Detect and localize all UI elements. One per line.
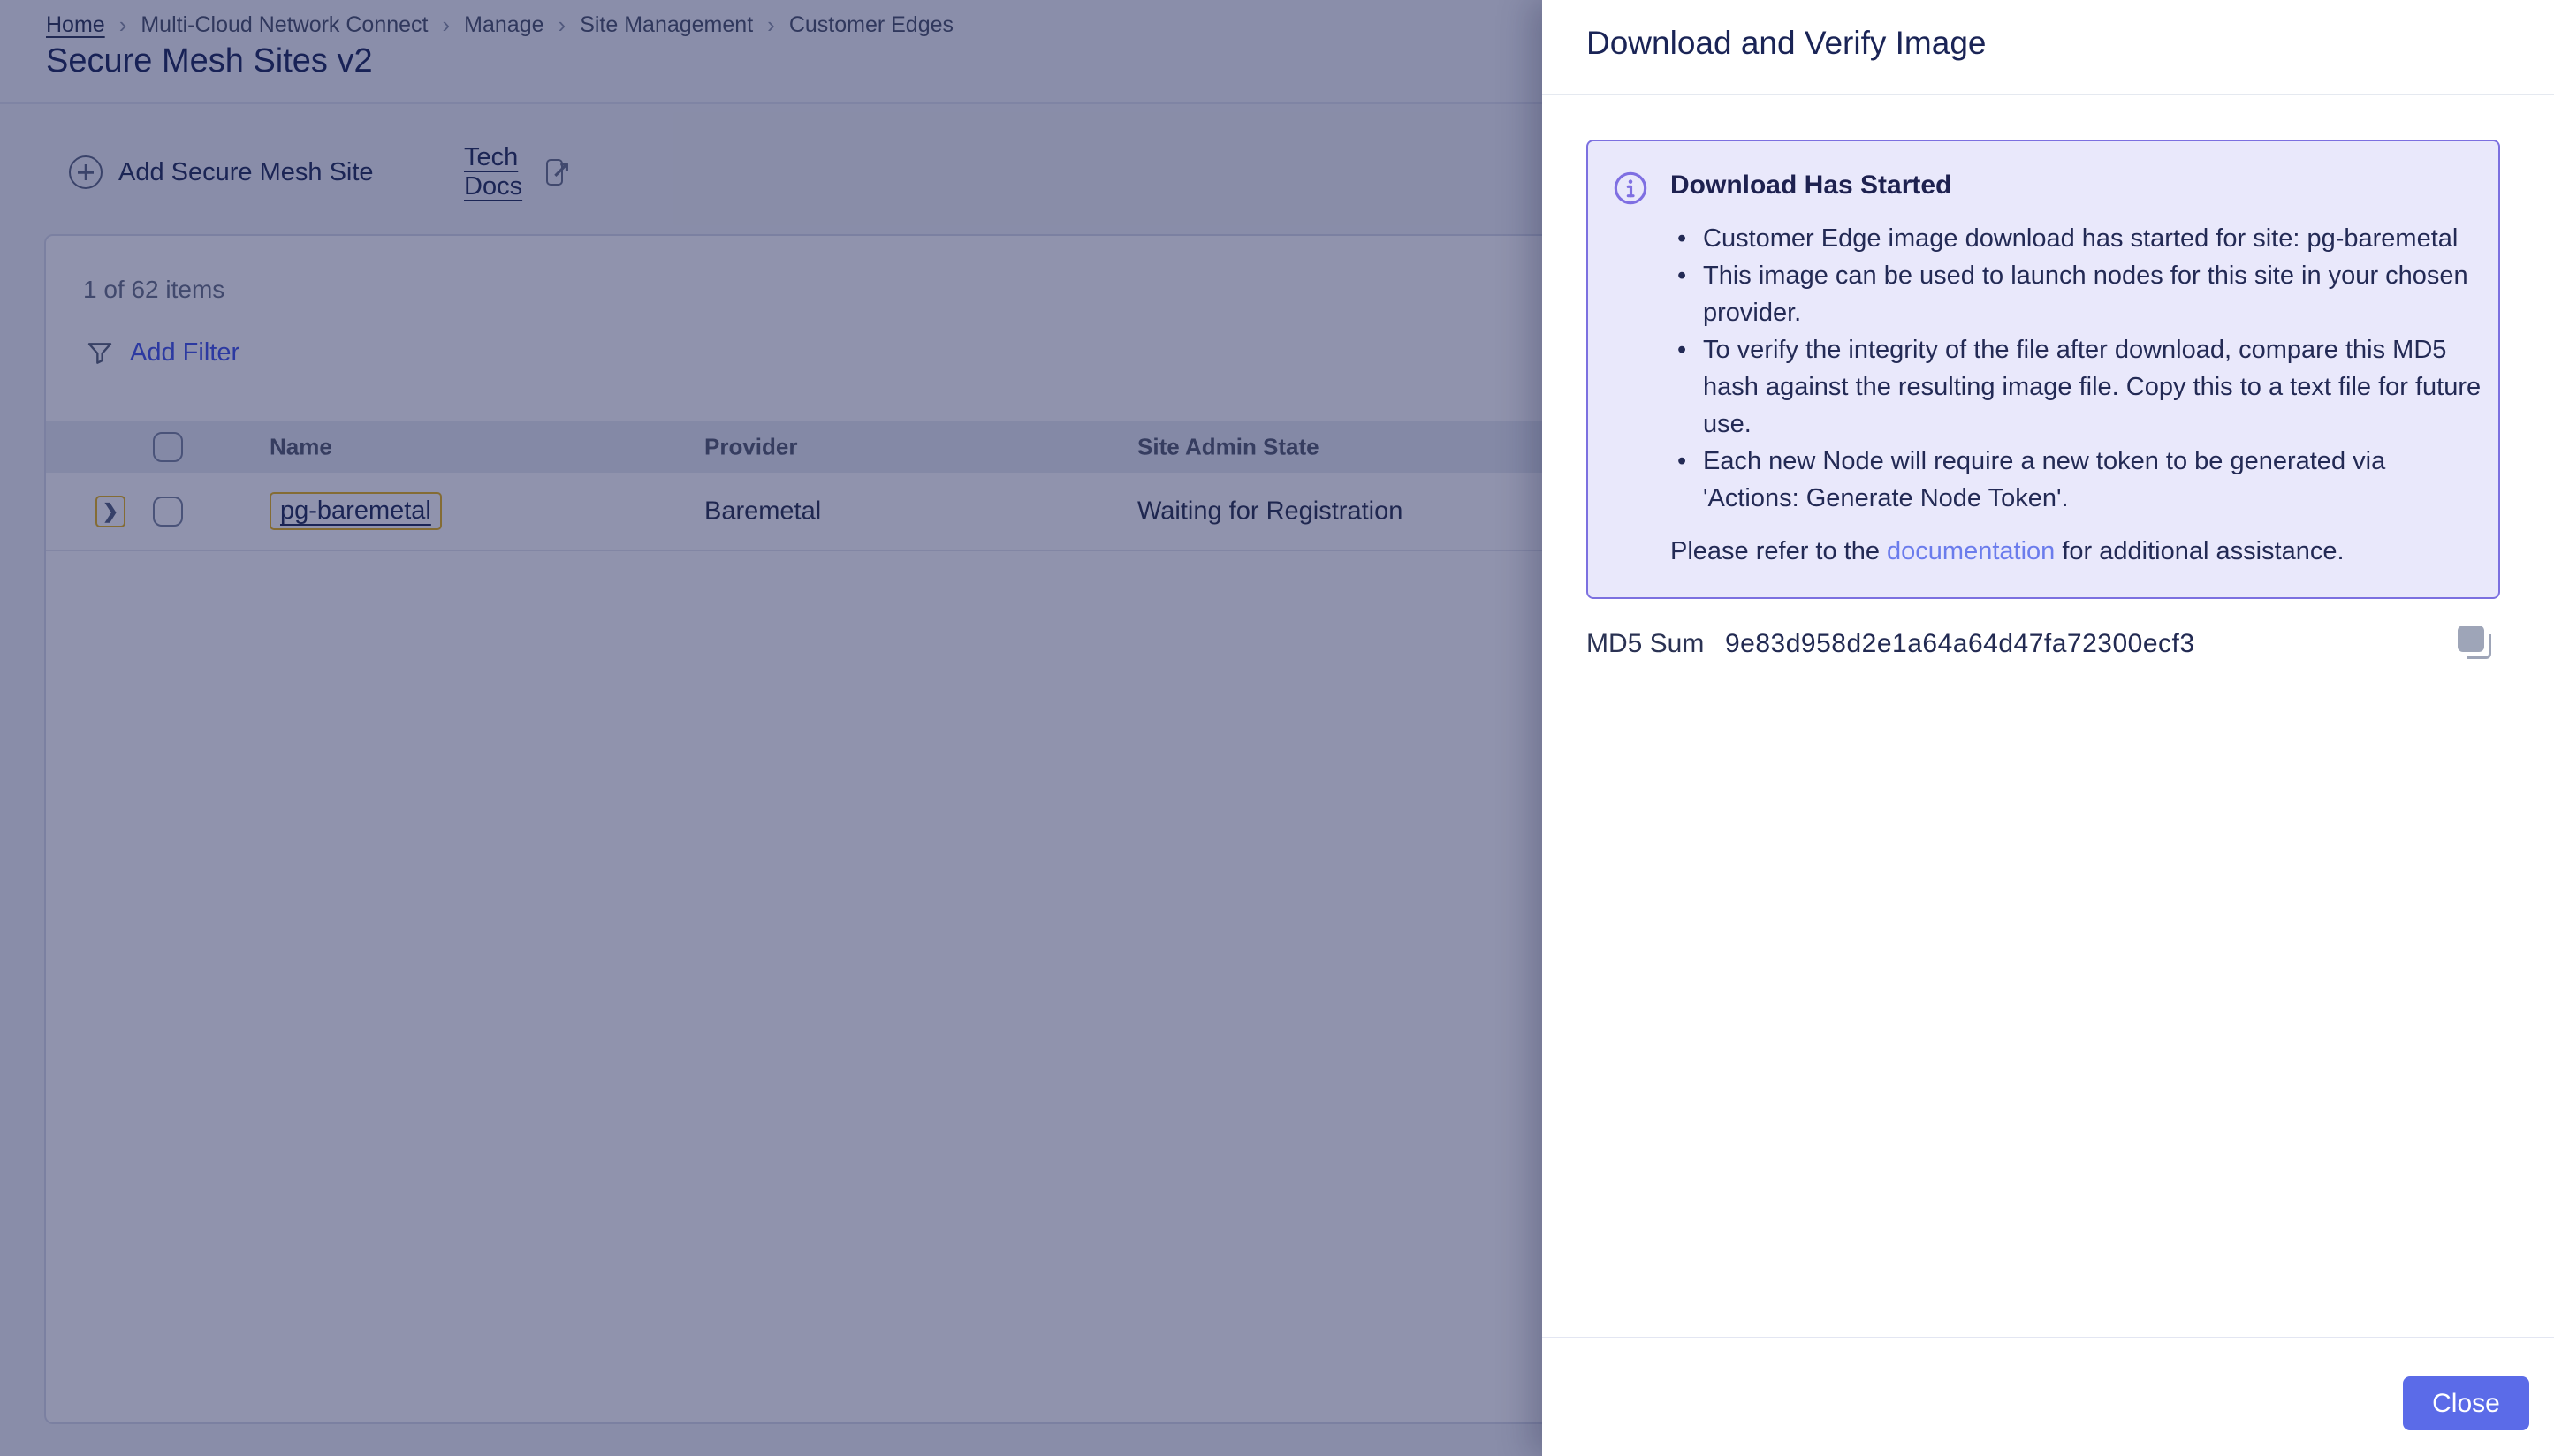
info-alert: Download Has Started Customer Edge image… (1586, 140, 2500, 599)
md5-value: 9e83d958d2e1a64a64d47fa72300ecf3 (1725, 629, 2195, 659)
alert-heading: Download Has Started (1670, 171, 2483, 201)
alert-content: Download Has Started Customer Edge image… (1670, 171, 2483, 570)
panel-title: Download and Verify Image (1586, 25, 1987, 62)
screen: Home › Multi-Cloud Network Connect › Man… (0, 0, 2554, 1456)
copy-button[interactable] (2454, 624, 2495, 664)
alert-footer-prefix: Please refer to the (1670, 537, 1887, 565)
alert-bullet: Each new Node will require a new token t… (1670, 443, 2483, 517)
documentation-link[interactable]: documentation (1887, 537, 2055, 565)
alert-footer: Please refer to the documentation for ad… (1670, 533, 2483, 570)
alert-footer-suffix: for additional assistance. (2055, 537, 2344, 565)
panel-footer-divider (1542, 1337, 2554, 1338)
close-button[interactable]: Close (2403, 1376, 2529, 1430)
alert-bullet: To verify the integrity of the file afte… (1670, 331, 2483, 443)
alert-bullet: This image can be used to launch nodes f… (1670, 257, 2483, 331)
md5-row: MD5 Sum 9e83d958d2e1a64a64d47fa72300ecf3 (1586, 624, 2500, 666)
alert-bullet-list: Customer Edge image download has started… (1670, 220, 2483, 517)
panel-header-divider (1542, 94, 2554, 95)
copy-icon-front (2458, 626, 2484, 652)
download-verify-image-panel: Download and Verify Image Download Has S… (1542, 0, 2554, 1456)
info-circle-icon (1613, 171, 1648, 206)
alert-bullet: Customer Edge image download has started… (1670, 220, 2483, 257)
md5-label: MD5 Sum (1586, 629, 1704, 659)
